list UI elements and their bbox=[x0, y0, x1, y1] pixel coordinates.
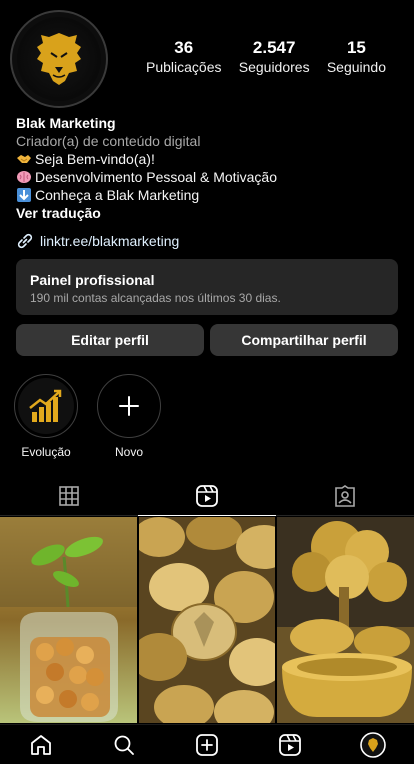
nav-search[interactable] bbox=[104, 725, 144, 764]
home-icon bbox=[31, 734, 52, 755]
stat-followers[interactable]: 2.547 Seguidores bbox=[239, 38, 310, 76]
link-text: linktr.ee/blakmarketing bbox=[40, 233, 180, 249]
bio-line: Seja Bem-vindo(a)! bbox=[16, 150, 406, 168]
nav-home[interactable] bbox=[21, 725, 61, 764]
tab-grid[interactable] bbox=[0, 476, 138, 516]
stat-posts[interactable]: 36 Publicações bbox=[146, 38, 222, 76]
profile-bio: Blak Marketing Criador(a) de conteúdo di… bbox=[16, 114, 406, 222]
stat-value: 15 bbox=[346, 38, 366, 57]
stat-value: 36 bbox=[174, 38, 194, 57]
panel-title: Painel profissional bbox=[30, 272, 155, 288]
nav-create[interactable] bbox=[187, 725, 227, 764]
highlight-label: Evolução bbox=[21, 445, 71, 459]
growth-chart-icon bbox=[29, 389, 62, 422]
nav-profile[interactable] bbox=[353, 725, 393, 764]
stat-value: 2.547 bbox=[252, 38, 296, 57]
profile-link[interactable]: linktr.ee/blakmarketing bbox=[16, 232, 179, 250]
tagged-icon bbox=[335, 484, 355, 507]
profile-avatar[interactable] bbox=[10, 10, 108, 108]
tab-tagged[interactable] bbox=[276, 476, 414, 516]
stat-label: Seguindo bbox=[326, 59, 386, 75]
highlight-evolucao[interactable]: Evolução bbox=[14, 374, 78, 460]
stat-following[interactable]: 15 Seguindo bbox=[327, 38, 386, 76]
reels-icon bbox=[278, 733, 301, 756]
stat-label: Publicações bbox=[146, 59, 222, 75]
handshake-emoji-icon bbox=[17, 155, 31, 163]
profile-avatar-icon bbox=[359, 731, 386, 758]
bio-line-text: Desenvolvimento Pessoal & Motivação bbox=[35, 169, 278, 185]
profile-header: 36 Publicações 2.547 Seguidores 15 Segui… bbox=[0, 0, 414, 110]
nav-reels[interactable] bbox=[270, 725, 310, 764]
profile-name: Blak Marketing bbox=[16, 115, 116, 131]
profile-stats: 36 Publicações 2.547 Seguidores 15 Segui… bbox=[146, 38, 386, 76]
edit-profile-button[interactable]: Editar perfil bbox=[16, 324, 204, 356]
bio-line: Conheça a Blak Marketing bbox=[16, 186, 406, 204]
bio-line: Desenvolvimento Pessoal & Motivação bbox=[16, 168, 406, 186]
profile-actions: Editar perfil Compartilhar perfil bbox=[16, 324, 398, 356]
post-money-tree-gold-pots[interactable] bbox=[277, 517, 414, 723]
grid-icon bbox=[59, 485, 79, 506]
professional-dashboard[interactable]: Painel profissional 190 mil contas alcan… bbox=[16, 259, 398, 315]
highlight-cover bbox=[14, 374, 78, 438]
down-arrow-emoji-icon bbox=[17, 188, 31, 202]
panel-subtitle: 190 mil contas alcançadas nos últimos 30… bbox=[30, 291, 281, 305]
bottom-navigation bbox=[0, 724, 414, 764]
lion-logo-icon bbox=[17, 17, 101, 101]
brain-emoji-icon bbox=[17, 171, 31, 183]
share-profile-button[interactable]: Compartilhar perfil bbox=[210, 324, 398, 356]
post-plant-coins-jar[interactable] bbox=[0, 517, 137, 723]
highlight-label: Novo bbox=[114, 445, 143, 459]
stat-label: Seguidores bbox=[238, 59, 310, 75]
profile-tabs bbox=[0, 476, 414, 516]
link-icon bbox=[17, 233, 33, 249]
tab-reels[interactable] bbox=[138, 476, 276, 516]
see-translation-link[interactable]: Ver tradução bbox=[16, 204, 406, 222]
post-gold-coins-pile[interactable] bbox=[138, 517, 276, 723]
bio-line-text: Seja Bem-vindo(a)! bbox=[35, 151, 155, 167]
plus-icon bbox=[119, 396, 139, 416]
search-icon bbox=[114, 735, 135, 755]
profile-category: Criador(a) de conteúdo digital bbox=[16, 133, 201, 149]
posts-grid bbox=[0, 517, 414, 723]
story-highlights: Evolução Novo bbox=[14, 374, 161, 460]
bio-line-text: Conheça a Blak Marketing bbox=[35, 187, 200, 203]
highlight-cover bbox=[97, 374, 161, 438]
highlight-new[interactable]: Novo bbox=[97, 374, 161, 460]
create-icon bbox=[196, 733, 218, 756]
reels-icon bbox=[196, 484, 218, 507]
